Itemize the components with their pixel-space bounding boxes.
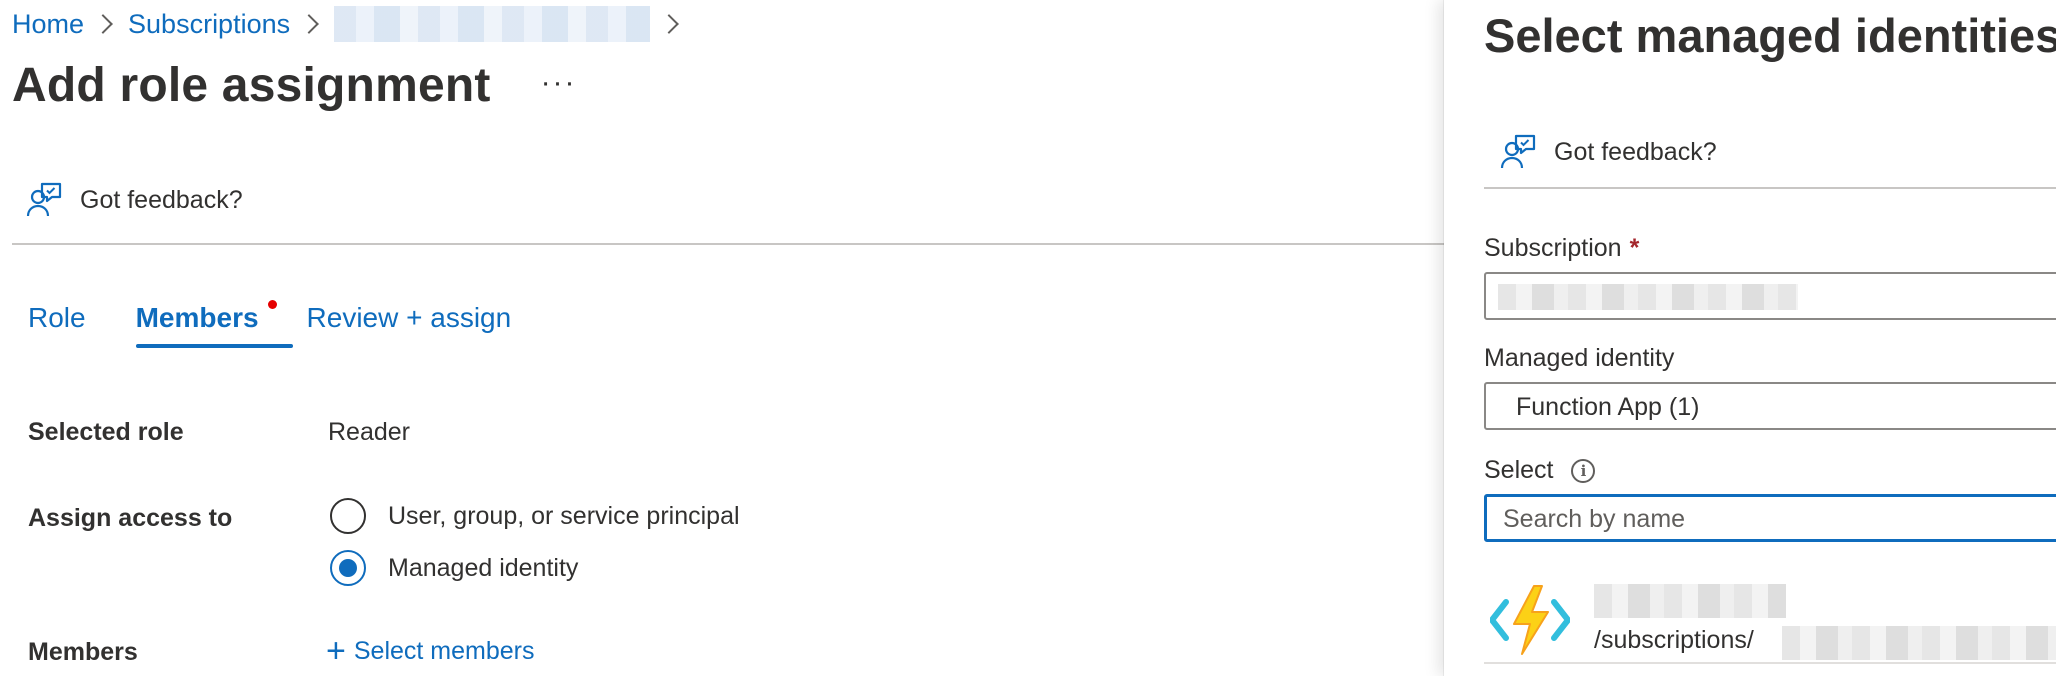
plus-icon: + (326, 632, 346, 670)
select-managed-identities-panel: Select managed identities Got feedback? … (1444, 0, 2056, 676)
radio-button[interactable] (330, 498, 366, 534)
select-members-link[interactable]: + Select members (326, 634, 534, 668)
main-pane: Home Subscriptions Add role assignment ·… (0, 0, 1444, 676)
chevron-right-icon (93, 14, 113, 34)
radio-button-checked[interactable] (330, 550, 366, 586)
tab-role-label: Role (28, 302, 86, 333)
radio-managed-identity[interactable]: Managed identity (330, 550, 578, 586)
managed-identity-label: Managed identity (1484, 344, 1675, 372)
managed-identity-dropdown[interactable]: Function App (1) (1484, 382, 2056, 430)
panel-feedback-label: Got feedback? (1554, 137, 1717, 166)
selected-role-value: Reader (328, 418, 410, 446)
page-header: Add role assignment ··· (12, 58, 577, 113)
select-members-label: Select members (353, 636, 535, 665)
select-label-text: Select (1484, 456, 1554, 484)
page: Home Subscriptions Add role assignment ·… (0, 0, 2056, 676)
page-title: Add role assignment (12, 59, 491, 112)
subscription-label: Subscription * (1484, 234, 1639, 263)
breadcrumb-subscriptions[interactable]: Subscriptions (128, 9, 290, 40)
search-box[interactable] (1484, 494, 2056, 542)
result-path-redacted (1782, 626, 2056, 660)
result-path-prefix: /subscriptions/ (1594, 626, 1754, 654)
required-asterisk: * (1629, 234, 1640, 262)
info-icon[interactable]: i (1571, 458, 1596, 483)
radio-managed-identity-label: Managed identity (388, 553, 579, 582)
azure-function-app-icon (1490, 585, 1570, 655)
person-feedback-icon (1500, 134, 1536, 169)
unsaved-indicator-dot (267, 300, 277, 309)
panel-divider (1484, 187, 2056, 189)
assign-access-label: Assign access to (28, 504, 233, 532)
feedback-label: Got feedback? (80, 185, 243, 214)
panel-feedback-button[interactable]: Got feedback? (1500, 134, 1717, 170)
tab-members[interactable]: Members (135, 300, 293, 348)
more-options-button[interactable]: ··· (541, 66, 577, 100)
breadcrumb: Home Subscriptions (12, 6, 694, 42)
members-label: Members (28, 638, 138, 666)
header-divider (12, 243, 1444, 245)
tab-review-assign-label: Review + assign (306, 302, 512, 333)
search-input[interactable] (1503, 503, 2056, 535)
radio-user-group-sp[interactable]: User, group, or service principal (330, 498, 740, 534)
breadcrumb-home[interactable]: Home (12, 9, 84, 40)
breadcrumb-subscription-redacted[interactable] (334, 6, 651, 42)
managed-identity-value: Function App (1) (1516, 393, 1700, 421)
chevron-right-icon (659, 14, 680, 34)
radio-user-group-sp-label: User, group, or service principal (388, 501, 740, 530)
feedback-button[interactable]: Got feedback? (26, 182, 243, 218)
tab-members-label: Members (135, 302, 259, 333)
subscription-dropdown[interactable] (1484, 272, 2056, 320)
chevron-right-icon (299, 14, 320, 34)
select-label: Select i (1484, 456, 1596, 485)
person-feedback-icon (26, 182, 62, 217)
selected-role-label: Selected role (28, 418, 184, 446)
result-name-redacted (1594, 584, 1786, 618)
tab-role[interactable]: Role (28, 302, 86, 348)
wizard-tabs: Role Members Review + assign (28, 300, 512, 348)
result-divider (1484, 662, 2056, 664)
subscription-label-text: Subscription (1484, 234, 1622, 262)
panel-title: Select managed identities (1484, 9, 2056, 62)
tab-review-assign[interactable]: Review + assign (307, 302, 512, 348)
subscription-value-redacted (1498, 284, 1798, 310)
